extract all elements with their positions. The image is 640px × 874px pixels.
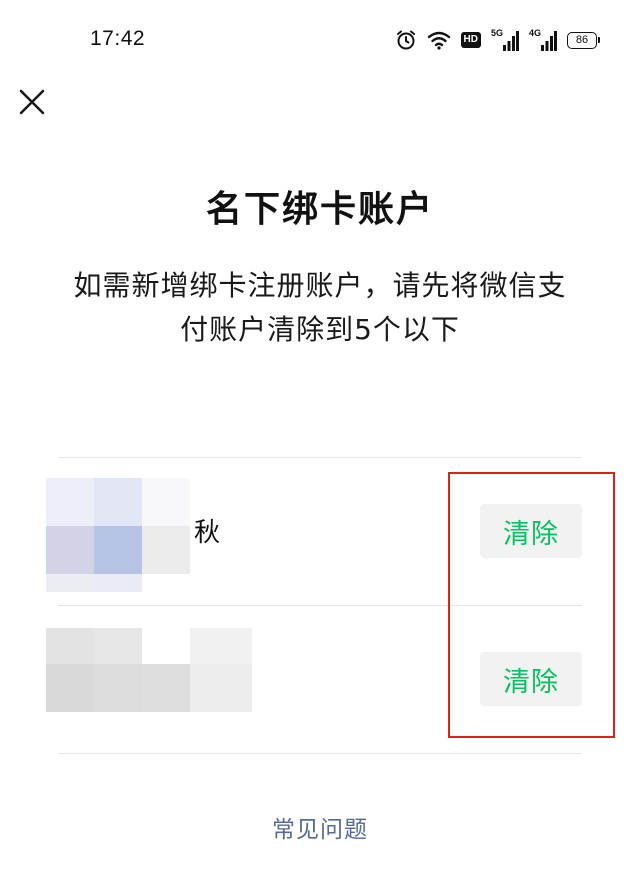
page-description: 如需新增绑卡注册账户，请先将微信支付账户清除到5个以下 xyxy=(73,269,567,346)
signal-5g-label: 5G xyxy=(491,28,504,38)
signal-4g-icon: 4G xyxy=(529,28,557,51)
mosaic-cell xyxy=(46,478,94,526)
alarm-icon xyxy=(395,29,417,51)
blurred-avatar xyxy=(46,478,190,592)
account-row-1: 秋 清除 xyxy=(46,458,596,606)
clear-button[interactable]: 清除 xyxy=(480,652,582,706)
mosaic-cell xyxy=(142,628,190,664)
wifi-icon xyxy=(427,30,451,50)
mosaic-cell xyxy=(142,526,190,574)
battery-level: 86 xyxy=(567,31,597,49)
mosaic-cell xyxy=(46,628,94,664)
faq-link[interactable]: 常见问题 xyxy=(0,810,640,844)
mosaic-cell xyxy=(94,628,142,664)
mosaic-cell xyxy=(190,628,252,664)
mosaic-cell xyxy=(94,478,142,526)
mosaic-cell xyxy=(190,664,252,712)
account-name: 秋 xyxy=(194,518,221,548)
clear-button[interactable]: 清除 xyxy=(480,504,582,558)
blurred-avatar xyxy=(46,628,252,712)
mosaic-cell xyxy=(94,574,142,592)
mosaic-cell xyxy=(142,574,190,592)
mosaic-cell xyxy=(142,478,190,526)
battery-tip xyxy=(598,37,600,43)
status-time: 17:42 xyxy=(90,27,146,50)
page-title: 名下绑卡账户 xyxy=(205,189,434,230)
account-row-2: 清除 xyxy=(46,606,596,754)
mosaic-cell xyxy=(46,574,94,592)
close-button[interactable] xyxy=(16,86,48,118)
status-bar: 17:42 HD 5G 4G 86 xyxy=(0,0,640,80)
status-icons: HD 5G 4G 86 xyxy=(395,28,600,52)
mosaic-cell xyxy=(142,664,190,712)
hd-icon: HD xyxy=(460,32,481,48)
mosaic-cell xyxy=(46,526,94,574)
battery-icon: 86 xyxy=(567,31,600,49)
mosaic-cell xyxy=(46,664,94,712)
mosaic-cell xyxy=(94,526,142,574)
mosaic-cell xyxy=(94,664,142,712)
signal-5g-icon: 5G xyxy=(491,28,519,51)
signal-4g-label: 4G xyxy=(529,28,542,38)
close-icon xyxy=(19,89,45,115)
